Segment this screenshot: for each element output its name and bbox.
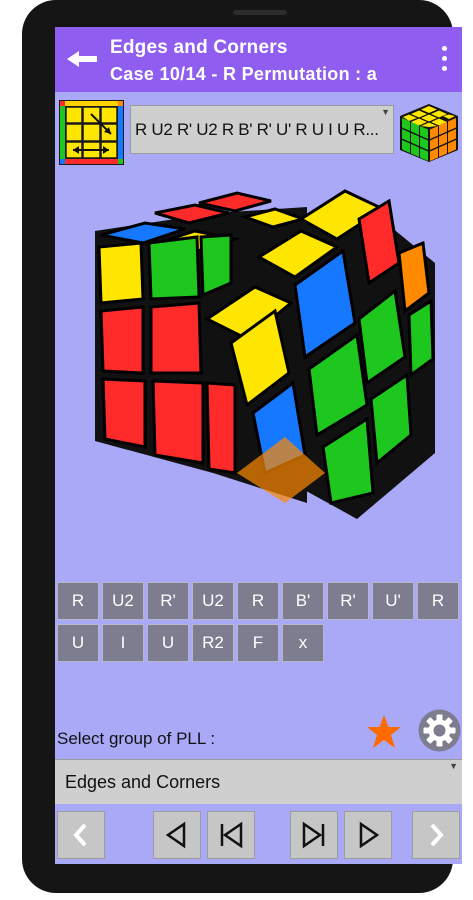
move-button[interactable]: F [237,624,279,662]
move-button[interactable]: B' [282,582,324,620]
case-subtitle: Case 10/14 - R Permutation : a [110,64,378,84]
group-dropdown[interactable]: Edges and Corners ▼ [55,759,462,804]
page-title: Edges and Corners [110,37,288,58]
algorithm-text: R U2 R' U2 R B' R' U' R U I U R... [135,120,379,139]
next-case-button[interactable] [412,811,460,859]
move-button[interactable]: R2 [192,624,234,662]
skip-to-end-button[interactable] [290,811,338,859]
move-button[interactable]: R' [327,582,369,620]
step-back-button[interactable] [153,811,201,859]
move-button[interactable]: U2 [102,582,144,620]
move-button[interactable]: U2 [192,582,234,620]
chevron-right-icon [430,823,444,847]
move-button[interactable]: R' [147,582,189,620]
rubiks-cube-3d[interactable] [95,173,435,519]
cube-view-icon[interactable] [398,102,460,164]
move-button[interactable]: U [57,624,99,662]
skip-to-start-button[interactable] [207,811,255,859]
skip-to-end-icon [302,821,325,849]
group-select-label: Select group of PLL : [57,729,216,748]
move-button[interactable]: I [102,624,144,662]
play-icon [359,821,380,849]
star-icon[interactable] [366,714,402,750]
group-selected-value: Edges and Corners [65,772,221,792]
dropdown-arrow-icon: ▼ [449,761,458,771]
gear-icon[interactable] [417,708,462,753]
step-back-icon [165,821,186,849]
move-button[interactable]: R [57,582,99,620]
move-button[interactable]: x [282,624,324,662]
skip-to-start-icon [220,821,243,849]
more-vert-icon[interactable] [436,44,452,76]
move-button[interactable]: U' [372,582,414,620]
prev-case-button[interactable] [57,811,105,859]
back-arrow-icon[interactable] [63,47,103,71]
dropdown-arrow-icon: ▼ [381,107,390,117]
app-bar: Edges and Corners Case 10/14 - R Permuta… [55,27,462,92]
algorithm-dropdown[interactable]: R U2 R' U2 R B' R' U' R U I U R... ▼ [130,105,394,154]
app-screen: Edges and Corners Case 10/14 - R Permuta… [55,27,462,864]
speaker-grille [233,10,287,15]
phone-frame: Edges and Corners Case 10/14 - R Permuta… [22,0,462,893]
play-button[interactable] [344,811,392,859]
chevron-left-icon [73,823,87,847]
move-button[interactable]: R [237,582,279,620]
pll-diagram-icon[interactable] [59,100,124,165]
move-button[interactable]: R [417,582,459,620]
move-button[interactable]: U [147,624,189,662]
